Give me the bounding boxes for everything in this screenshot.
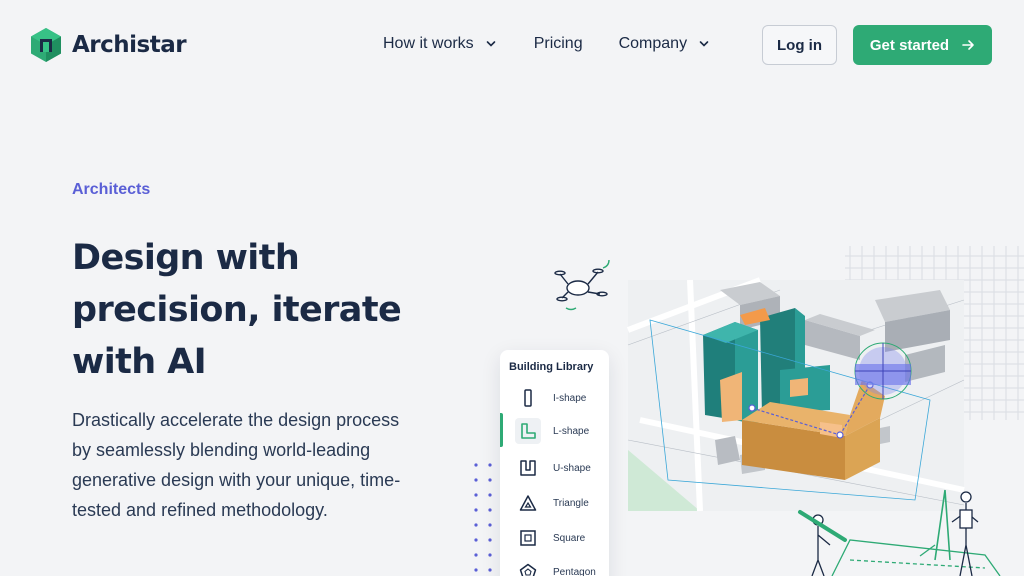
u-shape-icon (515, 455, 541, 481)
library-item-label: Square (553, 532, 586, 544)
triangle-icon (515, 490, 541, 516)
headline-line: with AI (72, 342, 207, 382)
headline-line: Design with (72, 238, 300, 278)
archistar-logo-icon (31, 28, 61, 62)
main-nav: How it works Pricing Company (383, 33, 709, 55)
library-item-square[interactable]: Square (500, 522, 609, 554)
library-item-l-shape[interactable]: L-shape (500, 415, 609, 447)
library-item-label: I-shape (553, 392, 587, 404)
target-marker-icon (854, 342, 912, 400)
get-started-label: Get started (869, 36, 950, 54)
nav-pricing-label: Pricing (533, 35, 583, 52)
decorative-dots (474, 463, 492, 572)
library-item-i-shape[interactable]: I-shape (500, 382, 609, 414)
nav-how-it-works-label: How it works (383, 35, 474, 52)
chevron-down-icon (486, 41, 495, 47)
library-item-u-shape[interactable]: U-shape (500, 452, 609, 484)
city-3d-map (626, 277, 965, 512)
library-item-label: U-shape (553, 462, 591, 474)
i-shape-icon (515, 385, 541, 411)
nav-company-label: Company (618, 35, 688, 52)
hero-headline: Design with precision, iterate with AI (72, 232, 432, 388)
login-button-label: Log in (777, 36, 822, 54)
l-shape-icon (515, 418, 541, 444)
square-icon (515, 525, 541, 551)
library-title: Building Library (509, 361, 594, 373)
chevron-down-icon (699, 41, 709, 47)
library-item-label: L-shape (553, 425, 590, 437)
library-item-label: Triangle (553, 497, 589, 509)
site-header: Archistar How it works Pricing Company L… (0, 0, 1024, 90)
nav-company[interactable]: Company (619, 33, 709, 55)
drone-icon (554, 259, 610, 311)
hero-eyebrow: Architects (72, 181, 151, 198)
nav-pricing[interactable]: Pricing (534, 33, 583, 55)
arrow-right-icon (962, 40, 974, 50)
nav-how-it-works[interactable]: How it works (383, 33, 496, 55)
library-item-pentagon[interactable]: Pentagon (500, 556, 609, 576)
building-library-panel: Building Library I-shape L-shape U-shape… (500, 350, 609, 576)
library-item-label: Pentagon (553, 566, 596, 576)
login-button[interactable]: Log in (762, 25, 837, 65)
brand-logo[interactable]: Archistar (30, 27, 187, 63)
hero-description: Drastically accelerate the design proces… (72, 410, 401, 520)
library-item-triangle[interactable]: Triangle (500, 487, 609, 519)
get-started-button[interactable]: Get started (853, 25, 992, 65)
headline-line: precision, iterate (72, 290, 402, 330)
pentagon-icon (515, 559, 541, 576)
brand-name: Archistar (72, 32, 187, 58)
